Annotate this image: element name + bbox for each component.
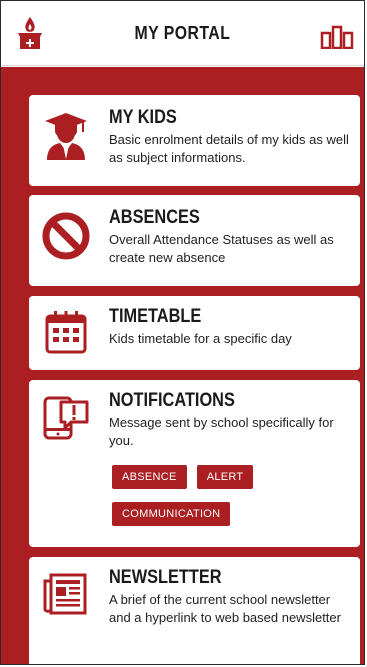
tag-communication-button[interactable]: COMMUNICATION	[112, 502, 231, 526]
card-description: A brief of the current school newsletter…	[109, 592, 341, 625]
card-newsletter[interactable]: NEWSLETTER A brief of the current school…	[29, 557, 360, 664]
app-frame: MY PORTAL MY KIDS Basic enrolment detail…	[0, 0, 365, 665]
card-text: NEWSLETTER A brief of the current school…	[109, 567, 352, 627]
card-description: Overall Attendance Statuses as well as c…	[109, 232, 334, 265]
newspaper-icon	[41, 569, 91, 619]
page-title: MY PORTAL	[134, 22, 231, 43]
card-timetable[interactable]: TIMETABLE Kids timetable for a specific …	[29, 296, 360, 370]
candle-logo-icon[interactable]	[15, 15, 45, 51]
card-title: NEWSLETTER	[109, 567, 222, 588]
notification-tags: ABSENCE ALERT	[112, 465, 356, 489]
phone-alert-icon	[41, 392, 91, 442]
card-title: ABSENCES	[109, 207, 200, 228]
menu-list: MY KIDS Basic enrolment details of my ki…	[1, 67, 364, 664]
card-text: NOTIFICATIONS Message sent by school spe…	[109, 390, 352, 450]
card-description: Message sent by school specifically for …	[109, 415, 334, 448]
card-text: ABSENCES Overall Attendance Statuses as …	[109, 207, 352, 267]
card-title: TIMETABLE	[109, 306, 202, 327]
notification-tags-row2: COMMUNICATION	[112, 502, 356, 526]
card-description: Basic enrolment details of my kids as we…	[109, 132, 349, 165]
card-absences[interactable]: ABSENCES Overall Attendance Statuses as …	[29, 195, 360, 286]
card-text: MY KIDS Basic enrolment details of my ki…	[109, 107, 352, 167]
tag-alert-button[interactable]: ALERT	[196, 465, 254, 489]
calendar-icon	[41, 308, 91, 358]
card-title: NOTIFICATIONS	[109, 390, 235, 411]
bar-chart-icon[interactable]	[320, 25, 354, 49]
card-notifications[interactable]: NOTIFICATIONS Message sent by school spe…	[29, 380, 360, 547]
prohibited-icon	[41, 211, 91, 261]
card-title: MY KIDS	[109, 107, 177, 128]
graduate-icon	[41, 111, 91, 161]
top-bar: MY PORTAL	[1, 1, 364, 66]
card-text: TIMETABLE Kids timetable for a specific …	[109, 306, 352, 348]
card-my-kids[interactable]: MY KIDS Basic enrolment details of my ki…	[29, 95, 360, 186]
card-description: Kids timetable for a specific day	[109, 331, 292, 346]
tag-absence-button[interactable]: ABSENCE	[112, 465, 187, 489]
